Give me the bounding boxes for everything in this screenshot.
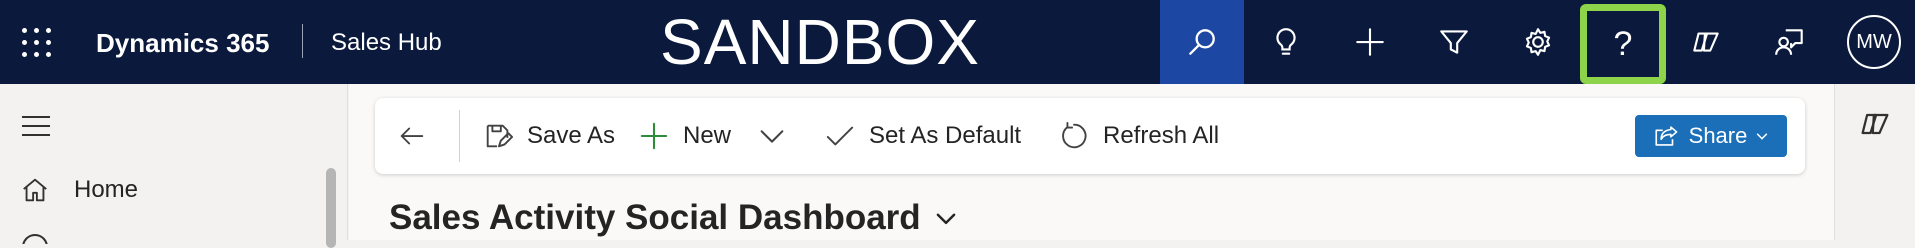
divider (302, 24, 303, 58)
settings-button[interactable] (1496, 0, 1580, 84)
checkmark-icon (826, 126, 854, 146)
recent-icon (22, 234, 48, 244)
remote-assist-icon (1775, 29, 1803, 55)
chevron-down-icon (760, 130, 784, 143)
new-button[interactable] (1328, 0, 1412, 84)
save-as-label: Save As (527, 122, 616, 149)
app-launcher-icon[interactable] (22, 28, 52, 58)
remote-assist-button[interactable] (1748, 0, 1832, 84)
home-icon (20, 175, 56, 205)
save-as-icon (486, 124, 513, 148)
nav-scrollbar[interactable] (326, 168, 336, 248)
filter-icon (1440, 30, 1468, 54)
nav-item-home[interactable]: Home (0, 166, 320, 214)
arrow-left-icon (400, 127, 424, 145)
product-name[interactable]: Dynamics 365 (96, 26, 269, 60)
refresh-icon (1062, 121, 1087, 149)
copilot-button[interactable] (1664, 0, 1748, 84)
top-navigation-bar: Dynamics 365 Sales Hub SANDBOX ? MW (0, 0, 1915, 84)
copilot-icon[interactable] (1857, 106, 1893, 142)
advanced-find-button[interactable] (1412, 0, 1496, 84)
new-dashboard-button[interactable]: New (639, 98, 731, 174)
nav-item-label: Home (74, 176, 139, 203)
lightbulb-icon (1276, 28, 1296, 55)
app-name[interactable]: Sales Hub (331, 27, 442, 59)
share-label: Share (1688, 123, 1748, 148)
share-button[interactable]: Share (1635, 115, 1787, 157)
chevron-down-icon (1757, 133, 1768, 140)
gear-icon (1525, 28, 1551, 56)
chevron-down-icon (936, 213, 956, 225)
dashboard-selector[interactable]: Sales Activity Social Dashboard (389, 196, 959, 240)
environment-label: SANDBOX (660, 6, 980, 78)
set-as-default-button[interactable]: Set As Default (825, 98, 1021, 174)
set-as-default-label: Set As Default (869, 122, 1022, 149)
avatar[interactable]: MW (1847, 15, 1901, 69)
page-title: Sales Activity Social Dashboard (389, 198, 921, 237)
new-dropdown-button[interactable] (757, 98, 787, 174)
refresh-all-label: Refresh All (1103, 122, 1220, 149)
main-content: Save As New Set As Default Refresh All S… (349, 84, 1834, 240)
search-button[interactable] (1160, 0, 1244, 84)
help-button[interactable]: ? (1580, 4, 1666, 84)
ideas-button[interactable] (1244, 0, 1328, 84)
divider (459, 110, 460, 162)
command-bar: Save As New Set As Default Refresh All S… (375, 98, 1805, 174)
new-label: New (683, 122, 732, 149)
refresh-all-button[interactable]: Refresh All (1059, 98, 1219, 174)
help-icon: ? (1613, 25, 1633, 63)
side-pane-rail (1834, 84, 1915, 240)
sitemap-navigation: Home (0, 84, 348, 248)
search-icon (1189, 29, 1215, 55)
share-icon (1655, 126, 1678, 146)
hamburger-menu-icon[interactable] (22, 116, 50, 136)
plus-icon (640, 122, 668, 150)
copilot-icon (1693, 32, 1719, 52)
plus-icon (1356, 28, 1384, 56)
save-as-button[interactable]: Save As (483, 98, 615, 174)
back-button[interactable] (397, 98, 427, 174)
